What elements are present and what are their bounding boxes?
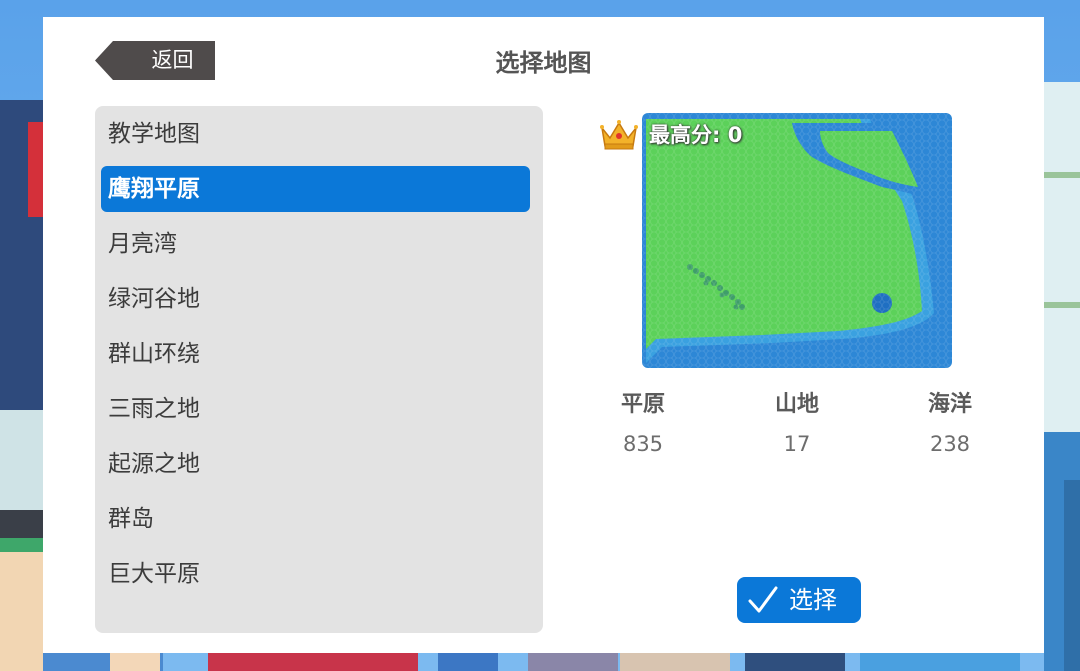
stat-label-plains: 平原 <box>620 392 665 417</box>
map-list-item[interactable]: 月亮湾 <box>101 221 530 267</box>
stat-value-plains: 835 <box>622 432 664 456</box>
map-preview <box>642 113 952 368</box>
map-list: 教学地图 鹰翔平原 月亮湾 绿河谷地 群山环绕 三雨之地 起源之地 群岛 巨大平… <box>95 106 543 633</box>
map-list-item[interactable]: 绿河谷地 <box>101 276 530 322</box>
select-button[interactable]: 选择 <box>737 577 861 623</box>
hex-grid <box>642 113 952 368</box>
map-list-item-selected[interactable]: 鹰翔平原 <box>101 166 530 212</box>
stat-value-mountains: 17 <box>783 432 811 456</box>
map-list-item[interactable]: 教学地图 <box>101 111 530 157</box>
stat-label-mountains: 山地 <box>774 392 819 417</box>
checkmark-icon <box>748 586 778 613</box>
crown-icon <box>600 120 638 150</box>
map-list-item[interactable]: 起源之地 <box>101 441 530 487</box>
select-label: 选择 <box>789 586 837 614</box>
stat-value-ocean: 238 <box>929 432 971 456</box>
map-select-panel: 返回 选择地图 教学地图 鹰翔平原 月亮湾 绿河谷地 群山环绕 三雨之地 起源之… <box>43 17 1044 653</box>
map-list-item[interactable]: 三雨之地 <box>101 386 530 432</box>
map-list-item[interactable]: 巨大平原 <box>101 551 530 597</box>
page-title: 选择地图 <box>495 49 592 77</box>
best-score: 最高分: 0 <box>649 123 743 147</box>
map-list-item[interactable]: 群山环绕 <box>101 331 530 377</box>
map-list-item[interactable]: 群岛 <box>101 496 530 542</box>
stat-label-ocean: 海洋 <box>927 392 972 417</box>
